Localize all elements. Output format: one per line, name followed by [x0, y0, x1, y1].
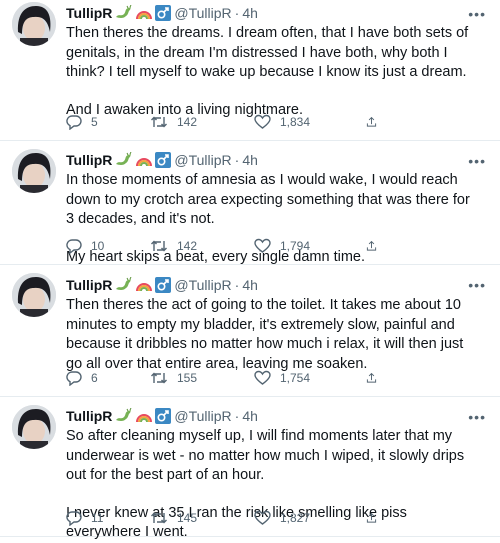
handle[interactable]: @TullipR: [174, 408, 231, 424]
retweet-icon: [151, 116, 167, 128]
rainbow-emoji: [136, 152, 153, 168]
tweet-actions: 6 155 1,754: [66, 370, 440, 386]
reply-button[interactable]: 6: [66, 370, 150, 386]
tweet-header: TullipR @TullipR · 4h: [66, 276, 490, 294]
timestamp[interactable]: 4h: [242, 152, 258, 168]
reply-button[interactable]: 10: [66, 238, 150, 254]
tweet[interactable]: TullipR @TullipR · 4h ••• Then theres th…: [0, 265, 500, 397]
heart-icon: [254, 114, 271, 129]
tweet-actions: 10 142 1,794: [66, 238, 440, 254]
reply-count: 10: [91, 239, 105, 253]
timestamp[interactable]: 4h: [242, 408, 258, 424]
male-sign-emoji: [155, 5, 172, 21]
like-count: 1,754: [280, 371, 311, 385]
like-count: 1,794: [280, 239, 311, 253]
share-icon: [366, 512, 377, 523]
avatar[interactable]: [12, 405, 56, 449]
retweet-count: 142: [177, 239, 198, 253]
retweet-count: 145: [177, 511, 198, 525]
share-button[interactable]: [366, 510, 386, 526]
retweet-icon: [151, 372, 167, 384]
retweet-button[interactable]: 142: [150, 114, 254, 130]
heart-icon: [254, 238, 271, 253]
share-button[interactable]: [366, 114, 386, 130]
share-icon: [366, 372, 377, 383]
tweet-header: TullipR @TullipR · 4h: [66, 4, 490, 22]
timestamp[interactable]: 4h: [242, 5, 258, 21]
reply-icon: [66, 115, 82, 130]
rainbow-emoji: [136, 277, 153, 293]
retweet-count: 142: [177, 115, 198, 129]
rainbow-emoji: [136, 408, 153, 424]
dragon-emoji: [115, 5, 133, 21]
tweet-paragraph: Then theres the dreams. I dream often, t…: [66, 25, 469, 80]
retweet-icon: [151, 512, 167, 524]
tweet-text: Then theres the act of going to the toil…: [66, 296, 490, 374]
tweet-header: TullipR @TullipR · 4h: [66, 407, 490, 425]
like-button[interactable]: 1,754: [254, 370, 366, 386]
tweet-paragraph: So after cleaning myself up, I will find…: [66, 428, 465, 483]
display-name[interactable]: TullipR: [66, 408, 112, 424]
dragon-emoji: [115, 152, 133, 168]
like-button[interactable]: 1,834: [254, 114, 366, 130]
heart-icon: [254, 370, 271, 385]
tweet[interactable]: TullipR @TullipR · 4h ••• In those momen…: [0, 141, 500, 265]
retweet-count: 155: [177, 371, 198, 385]
more-icon[interactable]: •••: [468, 6, 486, 22]
handle[interactable]: @TullipR: [174, 277, 231, 293]
male-sign-emoji: [155, 408, 172, 424]
display-name[interactable]: TullipR: [66, 152, 112, 168]
like-button[interactable]: 1,794: [254, 238, 366, 254]
retweet-button[interactable]: 145: [150, 510, 254, 526]
dragon-emoji: [115, 277, 133, 293]
handle[interactable]: @TullipR: [174, 5, 231, 21]
heart-icon: [254, 510, 271, 525]
rainbow-emoji: [136, 5, 153, 21]
retweet-button[interactable]: 155: [150, 370, 254, 386]
male-sign-emoji: [155, 152, 172, 168]
reply-icon: [66, 511, 82, 526]
reply-count: 6: [91, 371, 98, 385]
display-name[interactable]: TullipR: [66, 277, 112, 293]
reply-icon: [66, 239, 82, 254]
like-button[interactable]: 1,827: [254, 510, 366, 526]
tweet-paragraph: In those moments of amnesia as I would w…: [66, 172, 470, 227]
retweet-button[interactable]: 142: [150, 238, 254, 254]
reply-button[interactable]: 5: [66, 114, 150, 130]
share-button[interactable]: [366, 370, 386, 386]
more-icon[interactable]: •••: [468, 153, 486, 169]
share-button[interactable]: [366, 238, 386, 254]
dragon-emoji: [115, 408, 133, 424]
retweet-icon: [151, 240, 167, 252]
avatar[interactable]: [12, 2, 56, 46]
tweet-actions: 5 142 1,834: [66, 114, 440, 130]
tweet-text: Then theres the dreams. I dream often, t…: [66, 24, 490, 120]
reply-button[interactable]: 11: [66, 510, 150, 526]
separator-dot: ·: [234, 408, 240, 424]
avatar[interactable]: [12, 149, 56, 193]
display-name[interactable]: TullipR: [66, 5, 112, 21]
reply-count: 11: [91, 511, 104, 525]
share-icon: [366, 116, 377, 127]
tweet-paragraph: Then theres the act of going to the toil…: [66, 297, 464, 372]
more-icon[interactable]: •••: [468, 277, 486, 293]
reply-count: 5: [91, 115, 98, 129]
like-count: 1,827: [280, 511, 311, 525]
male-sign-emoji: [155, 277, 172, 293]
avatar[interactable]: [12, 273, 56, 317]
like-count: 1,834: [280, 115, 311, 129]
separator-dot: ·: [234, 277, 240, 293]
separator-dot: ·: [234, 5, 240, 21]
tweet-thread: TullipR @TullipR · 4h ••• Then theres th…: [0, 0, 500, 540]
handle[interactable]: @TullipR: [174, 152, 231, 168]
tweet-header: TullipR @TullipR · 4h: [66, 151, 490, 169]
tweet[interactable]: TullipR @TullipR · 4h ••• Then theres th…: [0, 0, 500, 141]
tweet-actions: 11 145 1,827: [66, 510, 440, 526]
reply-icon: [66, 371, 82, 386]
timestamp[interactable]: 4h: [242, 277, 258, 293]
tweet[interactable]: TullipR @TullipR · 4h ••• So after clean…: [0, 397, 500, 540]
share-icon: [366, 240, 377, 251]
more-icon[interactable]: •••: [468, 409, 486, 425]
separator-dot: ·: [234, 152, 240, 168]
